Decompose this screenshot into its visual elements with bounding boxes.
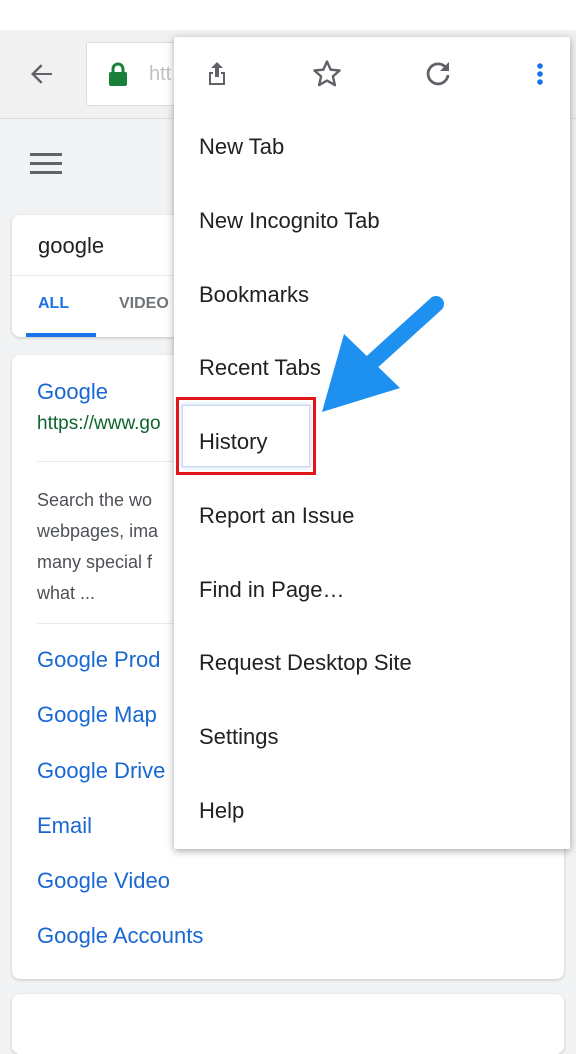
search-query[interactable]: google [38,233,104,259]
share-icon[interactable] [201,58,233,90]
active-tab-indicator [26,333,96,337]
menu-icon-row [174,37,570,113]
url-text: htt [149,63,172,85]
lock-icon [109,62,127,86]
back-button[interactable] [20,52,64,96]
result-title[interactable]: Google [37,379,108,405]
history-highlight-box [176,397,316,475]
next-result-card [12,994,564,1054]
more-vert-icon[interactable] [524,58,556,90]
menu-item-help[interactable]: Help [199,798,244,824]
menu-item-settings[interactable]: Settings [199,724,279,750]
tab-video[interactable]: VIDEO [119,295,169,313]
sitelink[interactable]: Google Video [37,866,203,921]
refresh-icon[interactable] [422,58,454,90]
status-bar [0,0,576,30]
result-url: https://www.go [37,413,161,434]
menu-item-request-desktop-site[interactable]: Request Desktop Site [199,650,412,676]
menu-item-new-tab[interactable]: New Tab [199,134,284,160]
back-arrow-icon [31,64,52,84]
menu-item-find-in-page[interactable]: Find in Page… [199,577,345,603]
tab-all[interactable]: ALL [38,295,69,313]
menu-item-report-issue[interactable]: Report an Issue [199,503,354,529]
menu-item-new-incognito-tab[interactable]: New Incognito Tab [199,208,380,234]
star-icon[interactable] [311,58,343,90]
pointer-arrow-icon [322,296,444,412]
sitelink[interactable]: Google Accounts [37,921,203,976]
menu-hamburger-icon[interactable] [30,153,62,177]
menu-item-bookmarks[interactable]: Bookmarks [199,282,309,308]
